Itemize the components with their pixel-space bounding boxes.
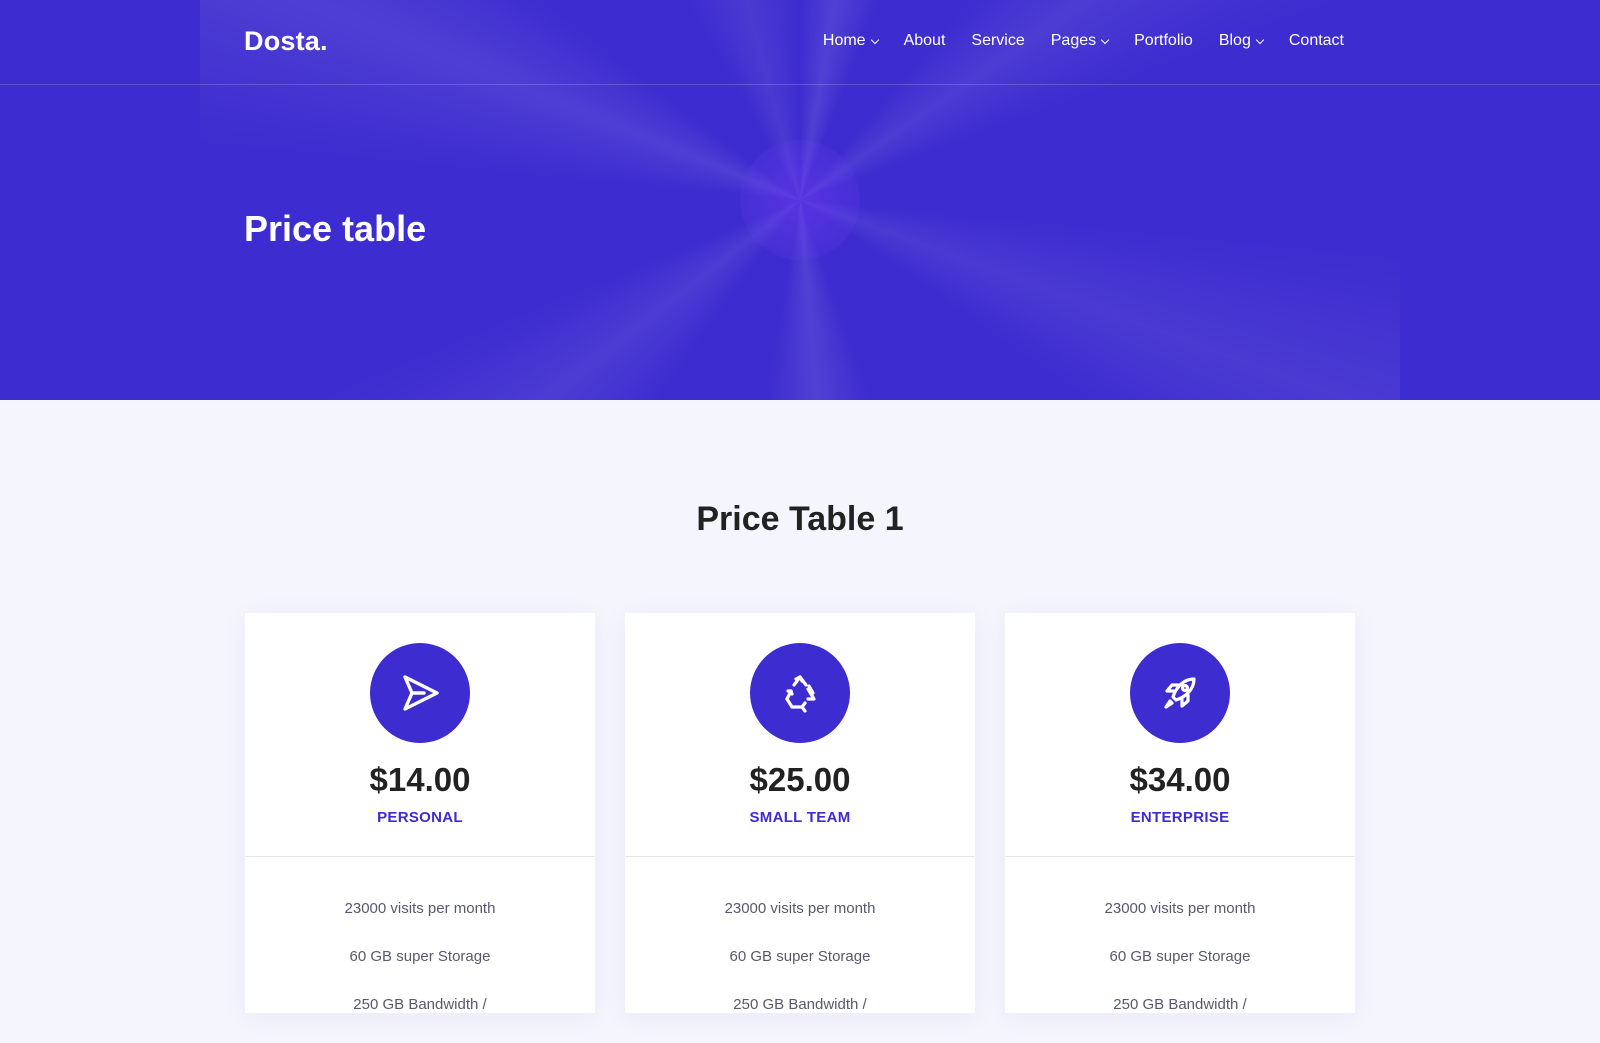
feature-item: 23000 visits per month (1104, 900, 1256, 917)
pricing-card-personal: $14.00 PERSONAL 23000 visits per month 6… (245, 613, 595, 1013)
plan-name: SMALL TEAM (749, 809, 851, 826)
section-title: Price Table 1 (696, 500, 904, 538)
chevron-down-icon (870, 35, 879, 44)
nav-item-label: Service (971, 32, 1025, 49)
nav-item-label: About (903, 32, 946, 49)
logo[interactable]: Dosta. (244, 26, 328, 57)
chevron-down-icon (1100, 35, 1110, 44)
page-title: Price table (244, 208, 427, 249)
pricing-card-small-team: $25.00 SMALL TEAM 23000 visits per month… (625, 613, 975, 1013)
feature-item: 60 GB super Storage (1109, 948, 1251, 965)
pricing-card-enterprise: $34.00 ENTERPRISE 23000 visits per month… (1005, 613, 1355, 1013)
feature-item: 250 GB Bandwidth / (1113, 996, 1247, 1013)
feature-list: 23000 visits per month 60 GB super Stora… (245, 857, 595, 1043)
chevron-down-icon (1255, 35, 1265, 44)
nav-item-label: Portfolio (1134, 32, 1193, 49)
navbar: Dosta. Home About Service Pages Portfoli… (0, 0, 1600, 85)
nav-item-contact[interactable]: Contact (1289, 32, 1344, 50)
feature-list: 23000 visits per month 60 GB super Stora… (625, 857, 975, 1043)
feature-item: 60 GB super Storage (729, 948, 871, 965)
feature-item: 23000 visits per month (344, 900, 496, 917)
feature-list: 23000 visits per month 60 GB super Stora… (1005, 857, 1355, 1043)
nav-item-label: Pages (1050, 32, 1097, 49)
plan-price: $25.00 (749, 761, 851, 798)
rocket-icon (1130, 643, 1230, 743)
nav-item-pages[interactable]: Pages (1050, 32, 1110, 50)
feature-item: 23000 visits per month (724, 900, 876, 917)
plan-price: $34.00 (1129, 761, 1231, 798)
nav-item-label: Contact (1288, 32, 1344, 49)
nav-item-about[interactable]: About (904, 32, 946, 50)
nav-item-blog[interactable]: Blog (1218, 32, 1265, 50)
card-header: $34.00 ENTERPRISE (1005, 613, 1355, 857)
card-header: $25.00 SMALL TEAM (625, 613, 975, 857)
plan-name: ENTERPRISE (1130, 809, 1230, 826)
send-icon (370, 643, 470, 743)
plan-name: PERSONAL (377, 809, 463, 826)
hero-banner: Dosta. Home About Service Pages Portfoli… (0, 0, 1600, 400)
feature-item: 250 GB Bandwidth / (353, 996, 487, 1013)
feature-item: 60 GB super Storage (349, 948, 491, 965)
nav-item-label: Home (822, 32, 866, 49)
nav-item-service[interactable]: Service (971, 32, 1024, 50)
nav-item-label: Blog (1218, 32, 1251, 49)
plan-price: $14.00 (369, 761, 471, 798)
nav-item-home[interactable]: Home (822, 32, 879, 50)
pricing-cards: $14.00 PERSONAL 23000 visits per month 6… (245, 613, 1355, 1013)
hero-glow (740, 140, 860, 260)
card-header: $14.00 PERSONAL (245, 613, 595, 857)
main-nav: Home About Service Pages Portfolio Blog … (797, 32, 1344, 50)
feature-item: 250 GB Bandwidth / (733, 996, 867, 1013)
recycle-icon (750, 643, 850, 743)
nav-item-portfolio[interactable]: Portfolio (1134, 32, 1193, 50)
